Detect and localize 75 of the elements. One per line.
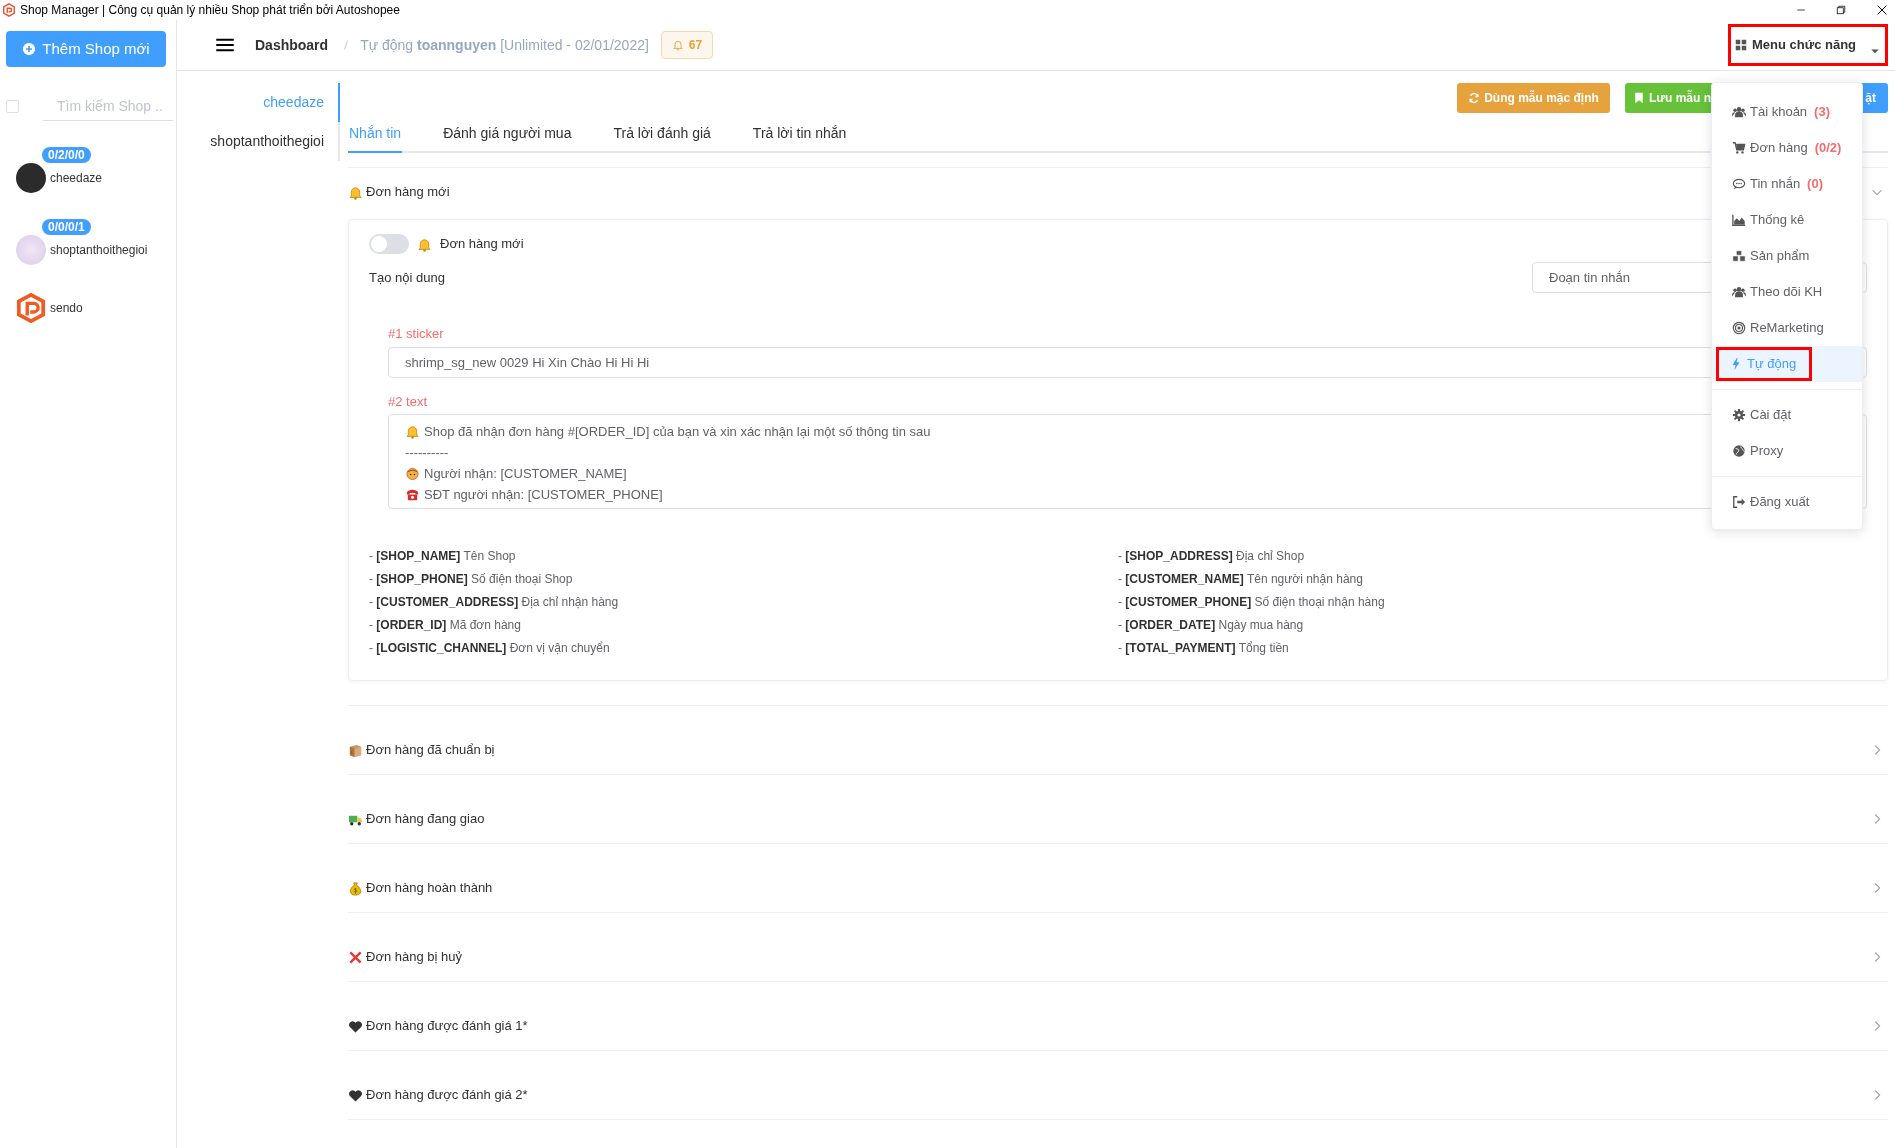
cart-icon <box>1732 141 1746 155</box>
bell-icon <box>348 184 363 200</box>
section-title[interactable]: Đơn hàng được đánh giá 1* <box>366 1016 528 1036</box>
variable-description: - [CUSTOMER_NAME] Tên người nhận hàng <box>1118 571 1364 588</box>
users-icon <box>1732 285 1746 299</box>
count-label: (0) <box>1807 175 1823 194</box>
shop-tab[interactable]: shoptanthoithegioi <box>177 122 340 161</box>
plus-circle-icon <box>22 42 37 56</box>
part-label: #1 sticker <box>388 325 444 343</box>
heart-icon <box>348 1087 363 1103</box>
menu-item[interactable]: Proxy <box>1712 433 1862 469</box>
menu-item[interactable]: Tin nhắn (0) <box>1712 166 1862 202</box>
avatar <box>16 163 46 193</box>
variable-description: - [SHOP_PHONE] Số điện thoại Shop <box>369 571 574 588</box>
shop-name[interactable]: cheedaze <box>50 169 103 187</box>
menu-item[interactable]: ReMarketing <box>1712 310 1862 346</box>
cubes-icon <box>1732 249 1746 263</box>
restore-icon <box>1835 4 1847 16</box>
variable-description: - [SHOP_ADDRESS] Địa chỉ Shop <box>1118 548 1306 565</box>
users-icon <box>1732 105 1746 119</box>
section-title[interactable]: Đơn hàng đã chuẩn bị <box>366 740 495 760</box>
area-chart-icon <box>1732 213 1746 227</box>
section-title[interactable]: Đơn hàng mới <box>366 182 450 202</box>
checkbox[interactable] <box>6 99 19 113</box>
section-title[interactable]: Đơn hàng đang giao <box>366 809 485 829</box>
breadcrumb-current: Tự động toannguyen [Unlimited - 02/01/2022] <box>360 35 649 55</box>
box-icon <box>348 742 363 758</box>
part-label: #2 text <box>388 392 428 411</box>
speech-bubble-icon <box>1732 177 1746 191</box>
face-icon <box>405 466 420 481</box>
close-icon <box>1875 3 1889 17</box>
variable-description: - [LOGISTIC_CHANNEL] Đơn vị vận chuyển <box>369 640 611 657</box>
variable-description: - [CUSTOMER_ADDRESS] Địa chỉ nhận hàng <box>369 594 620 611</box>
cross-icon <box>348 949 363 965</box>
window-title: Shop Manager | Công cụ quản lý nhiều Shop phát triển bởi Autoshopee <box>20 2 400 19</box>
hexagon-logo-icon <box>16 293 46 323</box>
menu-item[interactable]: Thống kê <box>1712 202 1862 238</box>
phone-icon <box>405 487 420 502</box>
variable-description: - [ORDER_DATE] Ngày mua hàng <box>1118 617 1305 634</box>
count-badge: 0/0/0/1 <box>42 219 91 235</box>
globe-icon <box>1732 444 1746 458</box>
tab[interactable]: Đánh giá người mua <box>442 123 573 153</box>
tab[interactable]: Trả lời đánh giá <box>612 123 712 153</box>
money-bag-icon <box>348 880 363 896</box>
section-title[interactable]: Đơn hàng được đánh giá 2* <box>366 1085 528 1105</box>
section-title[interactable]: Đơn hàng bị huỷ <box>366 947 462 967</box>
menu-item[interactable]: Đơn hàng (0/2) <box>1712 130 1862 166</box>
app-logo-icon <box>2 3 16 17</box>
heart-icon <box>348 1018 363 1034</box>
variable-description: - [SHOP_NAME] Tên Shop <box>369 548 517 565</box>
shop-name[interactable]: sendo <box>50 299 83 317</box>
target-icon <box>1732 321 1746 335</box>
variable-description: - [TOTAL_PAYMENT] Tổng tiền <box>1118 640 1290 657</box>
refresh-icon <box>1468 92 1481 104</box>
count-label: (3) <box>1814 103 1830 122</box>
bell-icon <box>671 39 684 51</box>
bell-icon <box>405 424 420 439</box>
count-label: (0/2) <box>1814 139 1842 158</box>
count-badge: 0/2/0/0 <box>42 147 91 163</box>
breadcrumb-link[interactable]: Dashboard <box>255 34 329 56</box>
toggle-switch[interactable] <box>369 234 409 254</box>
variable-description: - [CUSTOMER_PHONE] Số điện thoại nhận hàng <box>1118 594 1386 611</box>
logout-icon <box>1732 495 1746 509</box>
tab[interactable]: Trả lời tin nhắn <box>751 123 848 153</box>
content-label: Tạo nội dung <box>369 268 445 287</box>
settings-icon <box>1732 408 1746 422</box>
toggle-label: Đơn hàng mới <box>440 235 524 254</box>
section-title[interactable]: Đơn hàng hoàn thành <box>366 878 493 898</box>
grid-icon <box>1735 39 1747 51</box>
bookmark-icon <box>1633 92 1645 104</box>
menu-button[interactable]: Menu chức năng <box>1728 24 1888 66</box>
variable-description: - [ORDER_ID] Mã đơn hàng <box>369 617 522 634</box>
bell-icon <box>417 236 432 252</box>
avatar <box>16 235 46 265</box>
shop-name[interactable]: shoptanthoithegioi <box>50 241 148 259</box>
